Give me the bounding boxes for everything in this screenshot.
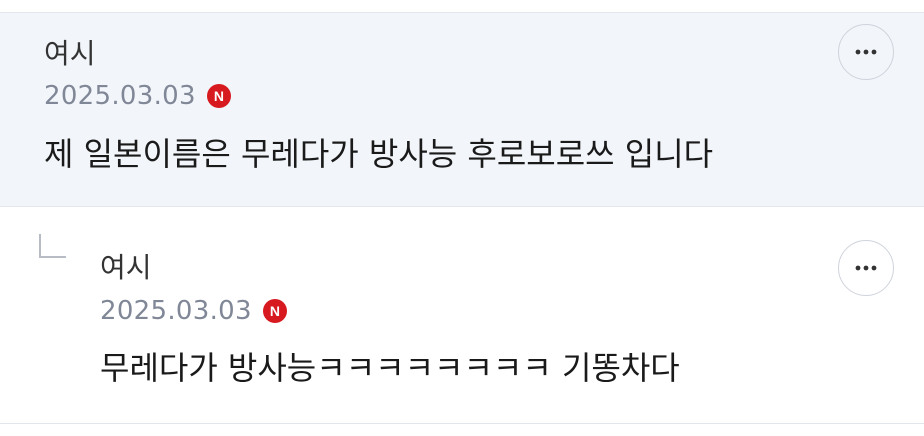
ellipsis-horizontal-icon — [855, 265, 877, 271]
more-options-button[interactable] — [838, 240, 894, 296]
reply-meta: 2025.03.03 N — [100, 298, 287, 324]
comment-item: 여시 2025.03.03 N 제 일본이름은 무레다가 방사능 후로보로쓰 입… — [0, 12, 924, 207]
comment-text: 제 일본이름은 무레다가 방사능 후로보로쓰 입니다 — [44, 135, 714, 173]
new-badge: N — [206, 84, 231, 108]
reply-author[interactable]: 여시 — [100, 254, 152, 282]
reply-arrow-icon — [39, 234, 66, 258]
comment-author[interactable]: 여시 — [44, 40, 96, 68]
new-badge: N — [262, 299, 287, 323]
comment-date: 2025.03.03 — [44, 81, 196, 111]
reply-item: 여시 2025.03.03 N 무레다가 방사능ㅋㅋㅋㅋㅋㅋㅋㅋ 기똥차다 — [0, 207, 924, 424]
comment-meta: 2025.03.03 N — [44, 83, 231, 109]
reply-text: 무레다가 방사능ㅋㅋㅋㅋㅋㅋㅋㅋ 기똥차다 — [100, 349, 680, 387]
more-options-button[interactable] — [838, 24, 894, 80]
reply-date: 2025.03.03 — [100, 296, 252, 326]
ellipsis-horizontal-icon — [855, 49, 877, 55]
